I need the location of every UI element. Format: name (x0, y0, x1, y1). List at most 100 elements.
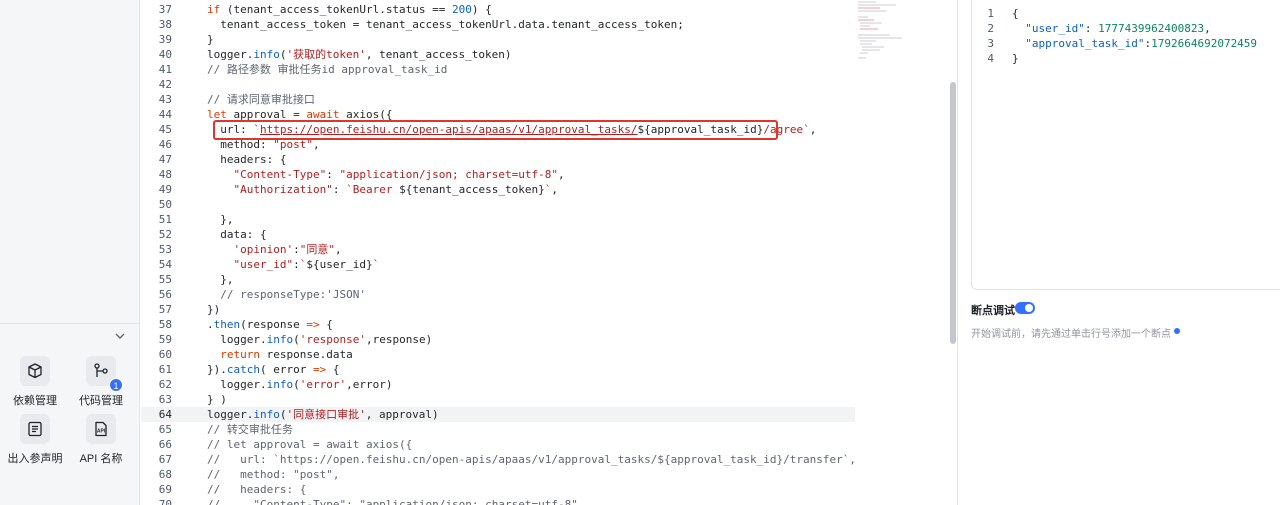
code-text: }) (207, 303, 221, 316)
line-number[interactable]: 50 (141, 197, 172, 212)
line-number[interactable]: 37 (141, 2, 172, 17)
panel-divider (957, 0, 958, 505)
code-line[interactable]: 40 logger.info('获取的token', tenant_access_… (141, 47, 855, 62)
code-text: // 请求同意审批接口 (207, 93, 315, 106)
code-line[interactable]: 67 // url: `https://open.feishu.cn/open-a… (141, 452, 856, 467)
code-line[interactable]: 61}).catch( error => { (141, 362, 855, 377)
line-number[interactable]: 68 (141, 467, 172, 482)
code-line[interactable]: 62 logger.info('error',error) (141, 377, 855, 392)
line-number[interactable]: 46 (141, 137, 172, 152)
line-number[interactable]: 40 (141, 47, 172, 62)
line-number[interactable]: 55 (141, 272, 172, 287)
code-line[interactable]: 68 // method: "post", (141, 467, 855, 482)
tool-label: 出入参声明 (7, 453, 63, 465)
json-line[interactable]: 1{ (972, 6, 1272, 21)
code-line[interactable]: 42 (141, 77, 855, 92)
notification-badge: 1 (109, 378, 123, 392)
line-number[interactable]: 66 (141, 437, 172, 452)
line-number[interactable]: 44 (141, 107, 172, 122)
code-line[interactable]: 38 tenant_access_token = tenant_access_t… (141, 17, 855, 32)
document-icon (20, 414, 50, 444)
code-line[interactable]: 41 // 路径参数 审批任务id approval_task_id (141, 62, 855, 77)
line-number[interactable]: 60 (141, 347, 172, 362)
line-number[interactable]: 48 (141, 167, 172, 182)
chevron-down-icon[interactable] (113, 329, 127, 343)
line-number: 3 (987, 37, 994, 50)
code-line[interactable]: 60 return response.data (141, 347, 855, 362)
tool-dependency-management[interactable]: 依赖管理 (0, 356, 70, 408)
code-line[interactable]: 39} (141, 32, 855, 47)
code-line[interactable]: 56 // responseType:'JSON' (141, 287, 855, 302)
code-line[interactable]: 48 "Content-Type": "application/json; ch… (141, 167, 855, 182)
line-number[interactable]: 56 (141, 287, 172, 302)
line-number[interactable]: 65 (141, 422, 172, 437)
code-line[interactable]: 66 // let approval = await axios({ (141, 437, 855, 452)
line-number[interactable]: 43 (141, 92, 172, 107)
code-line[interactable]: 49 "Authorization": `Bearer ${tenant_acc… (141, 182, 855, 197)
params-json-editor[interactable]: 1{2 "user_id": 1777439962400823, 3 "appro… (971, 0, 1280, 290)
code-line[interactable]: 55 }, (141, 272, 855, 287)
code-line[interactable]: 69 // headers: { (141, 482, 855, 497)
json-text: } (1012, 52, 1019, 65)
code-line[interactable]: 59 logger.info('response',response) (141, 332, 855, 347)
code-line[interactable]: 70 // "Content-Type": "application/json; … (141, 497, 855, 505)
code-text: // headers: { (207, 483, 307, 496)
line-number[interactable]: 42 (141, 77, 172, 92)
code-line[interactable]: 43 // 请求同意审批接口 (141, 92, 855, 107)
debug-hint: 开始调试前，请先通过单击行号添加一个断点 (971, 329, 1171, 340)
line-number[interactable]: 61 (141, 362, 172, 377)
line-number[interactable]: 51 (141, 212, 172, 227)
line-number: 1 (987, 7, 994, 20)
code-text: return response.data (220, 348, 353, 361)
annotation-highlight-box (213, 120, 778, 140)
line-number[interactable]: 70 (141, 497, 172, 505)
code-line[interactable]: 53 'opinion':"同意", (141, 242, 855, 257)
code-editor[interactable]: 37 if (tenant_access_tokenUrl.status == 2… (141, 0, 957, 505)
scrollbar-thumb[interactable] (950, 82, 956, 344)
line-number[interactable]: 52 (141, 227, 172, 242)
line-number[interactable]: 39 (141, 32, 172, 47)
json-text: { (1012, 7, 1019, 20)
code-line[interactable]: 47 headers: { (141, 152, 855, 167)
code-line[interactable]: 63} ) (141, 392, 855, 407)
line-number[interactable]: 63 (141, 392, 172, 407)
line-number[interactable]: 69 (141, 482, 172, 497)
code-line[interactable]: 54 "user_id":`${user_id}` (141, 257, 855, 272)
code-text: logger.info('获取的token', tenant_access_to… (207, 48, 512, 61)
line-number[interactable]: 45 (141, 122, 172, 137)
code-minimap[interactable] (856, 0, 908, 62)
tool-io-params[interactable]: 出入参声明 (0, 414, 70, 466)
line-number[interactable]: 54 (141, 257, 172, 272)
line-number[interactable]: 38 (141, 17, 172, 32)
json-text: "approval_task_id":1792664692072459 (1025, 37, 1258, 50)
line-number[interactable]: 59 (141, 332, 172, 347)
code-text: "Content-Type": "application/json; chars… (233, 168, 565, 181)
debug-toggle[interactable] (1015, 302, 1035, 314)
line-number[interactable]: 64 (141, 407, 172, 422)
code-text: }, (207, 273, 234, 286)
line-number[interactable]: 53 (141, 242, 172, 257)
line-number: 4 (987, 52, 994, 65)
line-number[interactable]: 41 (141, 62, 172, 77)
code-line[interactable]: 64 logger.info('同意接口审批', approval) (141, 407, 855, 422)
code-line[interactable]: 57}) (141, 302, 855, 317)
line-number[interactable]: 49 (141, 182, 172, 197)
line-number[interactable]: 67 (141, 452, 172, 467)
code-line[interactable]: 51 }, (141, 212, 855, 227)
code-line[interactable]: 50 (141, 197, 855, 212)
code-line[interactable]: 37 if (tenant_access_tokenUrl.status == 2… (141, 2, 855, 17)
code-line[interactable]: 58 .then(response => { (141, 317, 855, 332)
tool-code-management[interactable]: 1 代码管理 (66, 356, 136, 408)
line-number[interactable]: 47 (141, 152, 172, 167)
json-line[interactable]: 2 "user_id": 1777439962400823, (972, 21, 1272, 36)
json-line[interactable]: 4} (972, 51, 1272, 66)
line-number[interactable]: 58 (141, 317, 172, 332)
code-text: // let approval = await axios({ (207, 438, 413, 451)
code-line[interactable]: 65 // 转交审批任务 (141, 422, 855, 437)
code-line[interactable]: 52 data: { (141, 227, 855, 242)
line-number[interactable]: 62 (141, 377, 172, 392)
tool-api-name[interactable]: API API 名称 (66, 414, 136, 466)
json-line[interactable]: 3 "approval_task_id":1792664692072459 (972, 36, 1272, 51)
line-number[interactable]: 57 (141, 302, 172, 317)
code-text: logger.info('response',response) (207, 333, 433, 346)
